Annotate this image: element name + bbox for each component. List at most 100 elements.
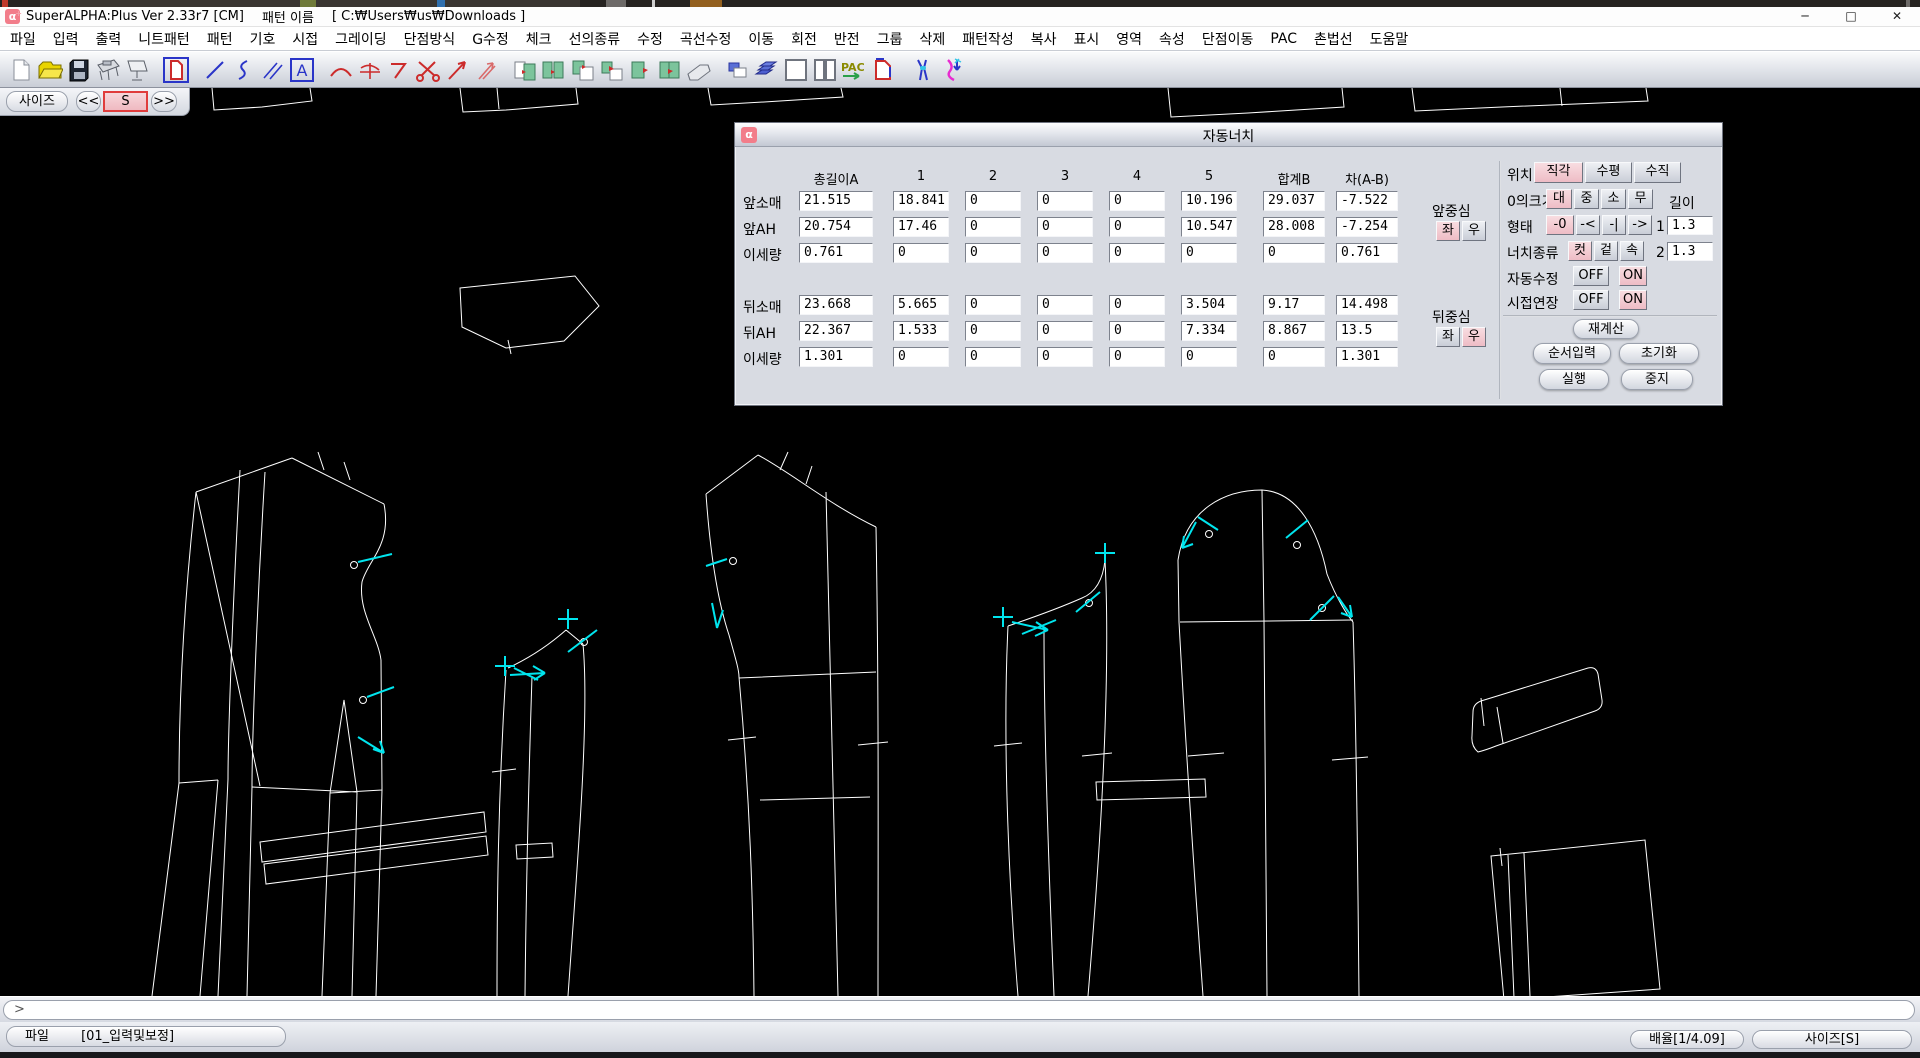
menu-item-pattern-make[interactable]: 패턴작성 bbox=[962, 29, 1014, 49]
value-field[interactable]: 23.668 bbox=[799, 295, 873, 315]
menu-item-knit-pattern[interactable]: 니트패턴 bbox=[138, 29, 190, 49]
menu-item-check[interactable]: 체크 bbox=[526, 29, 552, 49]
menu-item-file[interactable]: 파일 bbox=[10, 29, 36, 49]
maximize-button[interactable]: □ bbox=[1828, 7, 1874, 27]
value-field[interactable]: 3.504 bbox=[1181, 295, 1237, 315]
value-field[interactable]: 9.17 bbox=[1263, 295, 1325, 315]
order-input-button[interactable]: 순서입력 bbox=[1533, 343, 1611, 364]
reset-button[interactable]: 초기화 bbox=[1619, 343, 1699, 364]
value-field[interactable]: 29.037 bbox=[1263, 191, 1325, 211]
file-status-button[interactable]: 파일 [01_입력및보정] bbox=[6, 1026, 286, 1047]
menu-item-grading[interactable]: 그레이딩 bbox=[335, 29, 387, 49]
copy-pieces-icon[interactable] bbox=[539, 55, 568, 84]
menu-item-area[interactable]: 영역 bbox=[1116, 29, 1142, 49]
size-prev-button[interactable]: << bbox=[76, 91, 101, 112]
close-button[interactable]: ✕ bbox=[1874, 7, 1920, 27]
value-field[interactable]: 0 bbox=[1263, 347, 1325, 367]
value-field[interactable]: 0.761 bbox=[799, 243, 873, 263]
value-field[interactable]: 0 bbox=[1109, 217, 1165, 237]
menu-item-group[interactable]: 그룹 bbox=[877, 29, 903, 49]
merge-piece-icon[interactable] bbox=[655, 55, 684, 84]
value-field[interactable]: 0 bbox=[1037, 217, 1093, 237]
position-vertical-button[interactable]: 수직 bbox=[1634, 162, 1681, 183]
menu-item-point-move[interactable]: 단점이동 bbox=[1202, 29, 1254, 49]
open-file-icon[interactable] bbox=[35, 55, 64, 84]
shape-bar-button[interactable]: -| bbox=[1602, 215, 1626, 235]
value-field[interactable]: 13.5 bbox=[1336, 321, 1398, 341]
menu-item-input[interactable]: 입력 bbox=[53, 29, 79, 49]
value-field[interactable]: 0.761 bbox=[1336, 243, 1398, 263]
value-field[interactable]: 0 bbox=[1037, 243, 1093, 263]
size-status-button[interactable]: 사이즈[S] bbox=[1752, 1030, 1912, 1049]
menu-item-edit[interactable]: 수정 bbox=[637, 29, 663, 49]
duplicate-blue-icon[interactable] bbox=[723, 55, 752, 84]
zero-size-large-button[interactable]: 대 bbox=[1546, 189, 1572, 209]
value-field[interactable]: 10.547 bbox=[1181, 217, 1237, 237]
value-field[interactable]: -7.522 bbox=[1336, 191, 1398, 211]
flip-piece-icon[interactable] bbox=[568, 55, 597, 84]
zero-size-medium-button[interactable]: 중 bbox=[1574, 189, 1599, 209]
shape-right-button[interactable]: -> bbox=[1628, 215, 1652, 235]
line-tool-icon[interactable] bbox=[200, 55, 229, 84]
back-center-left-button[interactable]: 좌 bbox=[1436, 327, 1460, 347]
shape-left-button[interactable]: -< bbox=[1576, 215, 1600, 235]
size-label-button[interactable]: 사이즈 bbox=[6, 91, 68, 112]
auto-fix-on-button[interactable]: ON bbox=[1619, 266, 1647, 286]
front-center-right-button[interactable]: 우 bbox=[1462, 221, 1486, 241]
value-field[interactable]: 22.367 bbox=[799, 321, 873, 341]
save-file-icon[interactable] bbox=[64, 55, 93, 84]
value-field[interactable]: 28.008 bbox=[1263, 217, 1325, 237]
menu-item-copy[interactable]: 복사 bbox=[1031, 29, 1057, 49]
value-field[interactable]: 0 bbox=[1109, 321, 1165, 341]
menu-item-line-type[interactable]: 선의종류 bbox=[569, 29, 621, 49]
seam-extend-off-button[interactable]: OFF bbox=[1573, 290, 1609, 310]
value-field[interactable]: 0 bbox=[1109, 295, 1165, 315]
pattern-sheet-icon[interactable] bbox=[161, 55, 190, 84]
value-field[interactable]: 21.515 bbox=[799, 191, 873, 211]
notch-type-inner-button[interactable]: 속 bbox=[1620, 241, 1644, 261]
value-field[interactable]: 0 bbox=[893, 243, 949, 263]
menu-item-pattern[interactable]: 패턴 bbox=[207, 29, 233, 49]
command-input[interactable]: > bbox=[3, 1000, 1915, 1020]
seam-extend-on-button[interactable]: ON bbox=[1619, 290, 1647, 310]
value-field[interactable]: 5.665 bbox=[893, 295, 949, 315]
menu-item-move[interactable]: 이동 bbox=[748, 29, 774, 49]
corner-tool-icon[interactable] bbox=[384, 55, 413, 84]
value-field[interactable]: 8.867 bbox=[1263, 321, 1325, 341]
value-field[interactable]: 0 bbox=[1263, 243, 1325, 263]
move-piece-icon[interactable] bbox=[626, 55, 655, 84]
size-next-button[interactable]: >> bbox=[151, 91, 177, 112]
value-field[interactable]: 0 bbox=[893, 347, 949, 367]
stop-button[interactable]: 중지 bbox=[1621, 369, 1693, 390]
digitizer-icon[interactable] bbox=[122, 55, 151, 84]
pac-export-icon[interactable]: PAC bbox=[839, 55, 868, 84]
notch-curve-icon[interactable] bbox=[936, 55, 965, 84]
menu-item-display[interactable]: 표시 bbox=[1074, 29, 1100, 49]
dialog-title-bar[interactable]: α 자동너치 bbox=[735, 123, 1722, 147]
menu-item-point-mode[interactable]: 단점방식 bbox=[404, 29, 456, 49]
value-field[interactable]: 7.334 bbox=[1181, 321, 1237, 341]
zoom-window-icon[interactable] bbox=[781, 55, 810, 84]
new-file-icon[interactable] bbox=[6, 55, 35, 84]
value-field[interactable]: 0 bbox=[1037, 191, 1093, 211]
minimize-button[interactable]: ─ bbox=[1782, 7, 1828, 27]
size-value-field[interactable]: S bbox=[103, 91, 148, 112]
value-field[interactable]: 0 bbox=[1037, 321, 1093, 341]
scissors-tool-icon[interactable] bbox=[413, 55, 442, 84]
menu-item-mirror[interactable]: 반전 bbox=[834, 29, 860, 49]
value-field[interactable]: 0 bbox=[1109, 191, 1165, 211]
value-field[interactable]: 1.533 bbox=[893, 321, 949, 341]
menu-item-symbol[interactable]: 기호 bbox=[250, 29, 276, 49]
menu-item-curve-edit[interactable]: 곡선수정 bbox=[680, 29, 732, 49]
menu-item-property[interactable]: 속성 bbox=[1159, 29, 1185, 49]
value-field[interactable]: 0 bbox=[965, 217, 1021, 237]
zero-size-none-button[interactable]: 무 bbox=[1628, 189, 1653, 209]
value-field[interactable]: 0 bbox=[1181, 347, 1237, 367]
menu-item-g-edit[interactable]: G수정 bbox=[472, 29, 509, 49]
value-field[interactable]: 18.841 bbox=[893, 191, 949, 211]
value-field[interactable]: 0 bbox=[1181, 243, 1237, 263]
measure-arrow2-icon[interactable] bbox=[471, 55, 500, 84]
auto-fix-off-button[interactable]: OFF bbox=[1573, 266, 1609, 286]
menu-item-pac[interactable]: PAC bbox=[1270, 31, 1297, 47]
menu-item-help[interactable]: 도움말 bbox=[1370, 29, 1409, 49]
